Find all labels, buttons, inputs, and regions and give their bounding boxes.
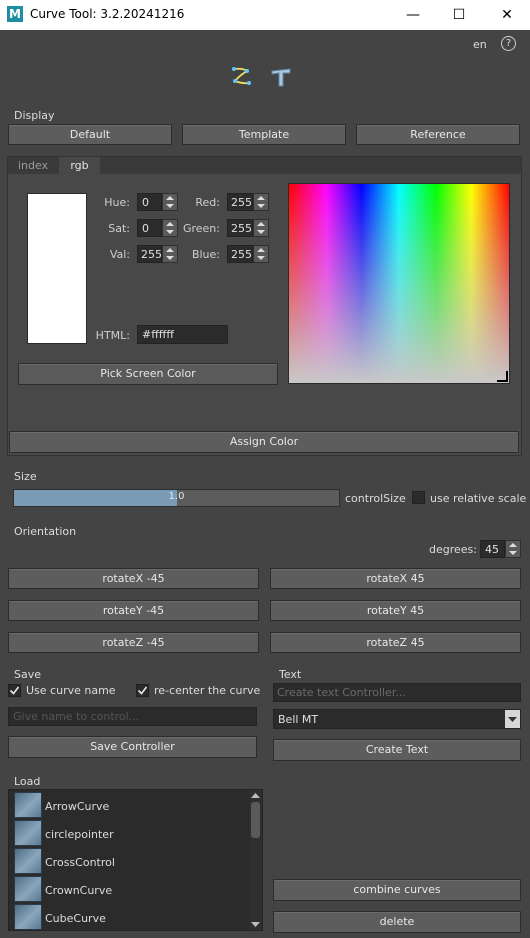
rotate-x-pos-button[interactable]: rotateX 45 bbox=[270, 568, 521, 589]
size-label: Size bbox=[14, 470, 37, 483]
list-item[interactable]: CrossControl bbox=[12, 848, 248, 876]
pick-screen-color-button[interactable]: Pick Screen Color bbox=[18, 363, 278, 385]
recenter-curve-label: re-center the curve bbox=[154, 684, 261, 697]
html-label: HTML: bbox=[95, 329, 130, 342]
tab-rgb[interactable]: rgb bbox=[59, 157, 100, 174]
curve-name: CrossControl bbox=[45, 856, 115, 869]
blue-input[interactable]: 255 bbox=[227, 245, 253, 263]
template-button[interactable]: Template bbox=[182, 124, 346, 145]
sat-label: Sat: bbox=[108, 222, 130, 235]
degrees-label: degrees: bbox=[429, 543, 477, 556]
text-tool-icon bbox=[268, 64, 294, 90]
green-spinner[interactable] bbox=[253, 219, 269, 237]
list-scrollbar[interactable] bbox=[249, 790, 262, 930]
hue-label: Hue: bbox=[104, 196, 130, 209]
rotate-z-pos-button[interactable]: rotateZ 45 bbox=[270, 632, 521, 653]
curve-tool-icon bbox=[229, 64, 255, 90]
curve-thumbnail-icon bbox=[14, 904, 42, 930]
rotate-z-neg-button[interactable]: rotateZ -45 bbox=[8, 632, 259, 653]
curve-thumbnail-icon bbox=[14, 820, 42, 846]
control-size-slider[interactable]: 1.0 bbox=[13, 489, 340, 507]
val-spinner[interactable] bbox=[162, 245, 178, 263]
control-size-value: 1.0 bbox=[168, 491, 185, 502]
list-item[interactable]: CubeCurve bbox=[12, 904, 248, 930]
controller-name-input[interactable]: Give name to control... bbox=[8, 707, 257, 726]
curve-thumbnail-icon bbox=[14, 848, 42, 874]
curve-list[interactable]: ArrowCurve circlepointer CrossControl Cr… bbox=[8, 789, 263, 931]
list-item[interactable]: circlepointer bbox=[12, 820, 248, 848]
create-text-button[interactable]: Create Text bbox=[273, 739, 521, 761]
sat-input[interactable]: 0 bbox=[137, 219, 162, 237]
orientation-label: Orientation bbox=[14, 525, 77, 538]
text-controller-input[interactable]: Create text Controller... bbox=[273, 683, 521, 702]
combine-curves-button[interactable]: combine curves bbox=[273, 879, 521, 901]
font-select[interactable]: Bell MT bbox=[273, 709, 521, 729]
control-size-label: controlSize bbox=[345, 492, 406, 505]
load-label: Load bbox=[14, 775, 41, 788]
color-swatch bbox=[27, 193, 87, 344]
assign-color-button[interactable]: Assign Color bbox=[9, 431, 519, 453]
curve-name: CubeCurve bbox=[45, 912, 106, 925]
use-curve-name-checkbox[interactable] bbox=[8, 684, 21, 697]
list-item[interactable]: ArrowCurve bbox=[12, 792, 248, 820]
tab-index[interactable]: index bbox=[8, 157, 58, 174]
curve-name: ArrowCurve bbox=[45, 800, 110, 813]
curve-thumbnail-icon bbox=[14, 876, 42, 902]
list-item[interactable]: CrownCurve bbox=[12, 876, 248, 904]
scrollbar-thumb[interactable] bbox=[251, 802, 260, 838]
close-button[interactable]: ✕ bbox=[484, 0, 530, 30]
html-color-input[interactable]: #ffffff bbox=[137, 325, 228, 344]
val-input[interactable]: 255 bbox=[137, 245, 162, 263]
rotate-x-neg-button[interactable]: rotateX -45 bbox=[8, 568, 259, 589]
minimize-button[interactable]: — bbox=[390, 0, 436, 30]
app-logo-icon: M bbox=[7, 6, 23, 22]
font-select-value: Bell MT bbox=[278, 713, 319, 726]
curve-name: CrownCurve bbox=[45, 884, 113, 897]
window-title: Curve Tool: 3.2.20241216 bbox=[30, 7, 185, 21]
chevron-down-icon[interactable] bbox=[505, 710, 520, 728]
red-label: Red: bbox=[195, 196, 220, 209]
sat-spinner[interactable] bbox=[162, 219, 178, 237]
help-icon[interactable]: ? bbox=[501, 36, 516, 51]
reference-button[interactable]: Reference bbox=[356, 124, 520, 145]
hue-spinner[interactable] bbox=[162, 193, 178, 211]
hue-input[interactable]: 0 bbox=[137, 193, 162, 211]
curve-name: circlepointer bbox=[45, 828, 114, 841]
rotate-y-pos-button[interactable]: rotateY 45 bbox=[270, 600, 521, 621]
green-label: Green: bbox=[182, 222, 220, 235]
red-input[interactable]: 255 bbox=[227, 193, 253, 211]
relative-scale-label: use relative scale bbox=[430, 492, 527, 505]
blue-label: Blue: bbox=[191, 248, 220, 261]
red-spinner[interactable] bbox=[253, 193, 269, 211]
delete-button[interactable]: delete bbox=[273, 911, 521, 933]
display-label: Display bbox=[14, 109, 55, 122]
default-button[interactable]: Default bbox=[8, 124, 172, 145]
degrees-spinner[interactable] bbox=[505, 540, 521, 558]
use-curve-name-label: Use curve name bbox=[26, 684, 116, 697]
curve-thumbnail-icon bbox=[14, 792, 42, 818]
spectrum-cursor-icon bbox=[497, 371, 508, 382]
green-input[interactable]: 255 bbox=[227, 219, 253, 237]
rotate-y-neg-button[interactable]: rotateY -45 bbox=[8, 600, 259, 621]
relative-scale-checkbox[interactable] bbox=[412, 491, 425, 504]
color-spectrum-picker[interactable] bbox=[288, 183, 510, 384]
text-label: Text bbox=[279, 668, 302, 681]
save-controller-button[interactable]: Save Controller bbox=[8, 736, 257, 758]
recenter-curve-checkbox[interactable] bbox=[136, 684, 149, 697]
degrees-input[interactable]: 45 bbox=[480, 540, 505, 558]
title-bar: M Curve Tool: 3.2.20241216 — ☐ ✕ bbox=[0, 0, 530, 30]
blue-spinner[interactable] bbox=[253, 245, 269, 263]
language-selector[interactable]: en bbox=[473, 38, 487, 51]
val-label: Val: bbox=[109, 248, 130, 261]
save-label: Save bbox=[14, 668, 42, 681]
maximize-button[interactable]: ☐ bbox=[436, 0, 482, 30]
